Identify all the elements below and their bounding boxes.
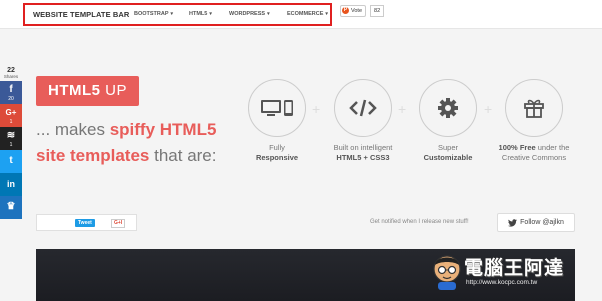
watermark: 電腦王阿達 http://www.kocpc.com.tw — [430, 245, 600, 301]
mascot-icon — [433, 255, 461, 290]
notify-text: Get notified when I release new stuff! — [370, 219, 469, 225]
plus-divider: + — [312, 101, 321, 117]
tweet-button[interactable]: Tweet — [75, 219, 95, 227]
share-label: Shares — [3, 74, 19, 79]
devices-icon — [261, 100, 293, 116]
share-total: 22 Shares — [0, 66, 22, 81]
plus-divider: + — [398, 101, 407, 117]
linkedin-share-button[interactable]: in — [0, 173, 22, 196]
watermark-text: 電腦王阿達 — [464, 258, 565, 279]
gear-icon — [438, 98, 458, 118]
html5up-logo[interactable]: HTML5 UP — [36, 76, 139, 106]
share-sidebar: 22 Shares f 20 G+ 1 ≋ 1 t in ♛ — [0, 66, 22, 219]
feature-customizable — [419, 79, 477, 137]
brand-link[interactable]: WEBSITE TEMPLATE BAR — [33, 10, 129, 19]
feature-caption-responsive: Fully Responsive — [255, 143, 299, 162]
buffer-icon: ≋ — [6, 130, 16, 141]
feature-caption-free: 100% Free under the Creative Commons — [498, 143, 570, 162]
nav-html5[interactable]: HTML5 ▾ — [189, 11, 212, 17]
watermark-url: http://www.kocpc.com.tw — [466, 279, 538, 286]
feature-responsive — [248, 79, 306, 137]
website-template-bar: WEBSITE TEMPLATE BAR BOOTSTRAP ▾ HTML5 ▾ W… — [0, 0, 602, 29]
vote-label: Vote — [351, 7, 363, 14]
tagline-line-2: site templates that are: — [36, 146, 217, 165]
code-icon — [349, 99, 377, 117]
share-count: 22 — [7, 67, 15, 74]
vote-count: 82 — [370, 4, 385, 17]
logo-main-text: HTML5 — [47, 82, 101, 99]
vote-button[interactable]: P Vote — [340, 4, 367, 17]
sumome-icon: ♛ — [6, 201, 16, 212]
feature-caption-customizable: Super Customizable — [423, 143, 473, 162]
plus-divider: + — [484, 101, 493, 117]
social-share-box: Tweet G+I — [36, 214, 137, 231]
twitter-share-button[interactable]: t — [0, 150, 22, 173]
feature-free — [505, 79, 563, 137]
facebook-count: 20 — [8, 96, 14, 102]
gift-icon — [524, 99, 544, 118]
follow-label: Follow @ajlkn — [520, 219, 564, 226]
google-plus-count: 1 — [9, 119, 13, 125]
vote-widget: P Vote 82 — [340, 4, 385, 17]
nav-ecommerce[interactable]: ECOMMERCE ▾ — [287, 11, 328, 17]
logo-up-text: UP — [100, 82, 127, 99]
buffer-count: 1 — [9, 142, 13, 148]
twitter-bird-icon — [508, 218, 518, 227]
twitter-follow-button[interactable]: Follow @ajlkn — [497, 213, 575, 232]
google-plus-icon: G+ — [5, 108, 17, 117]
linkedin-icon: in — [7, 179, 15, 189]
tagline-line-1: ... makes spiffy HTML5 — [36, 120, 217, 139]
producthunt-icon: P — [342, 7, 349, 14]
sumome-share-button[interactable]: ♛ — [0, 196, 22, 219]
facebook-icon: f — [9, 84, 13, 95]
feature-html5-css3 — [334, 79, 392, 137]
nav-wordpress[interactable]: WORDPRESS ▾ — [229, 11, 270, 17]
buffer-share-button[interactable]: ≋ 1 — [0, 127, 22, 150]
feature-caption-html5: Built on intelligent HTML5 + CSS3 — [333, 143, 393, 162]
twitter-icon: t — [9, 155, 13, 166]
google-plus-share-button[interactable]: G+ 1 — [0, 104, 22, 127]
google-plus-button[interactable]: G+I — [111, 219, 126, 228]
nav-bootstrap[interactable]: BOOTSTRAP ▾ — [134, 11, 173, 17]
facebook-share-button[interactable]: f 20 — [0, 81, 22, 104]
